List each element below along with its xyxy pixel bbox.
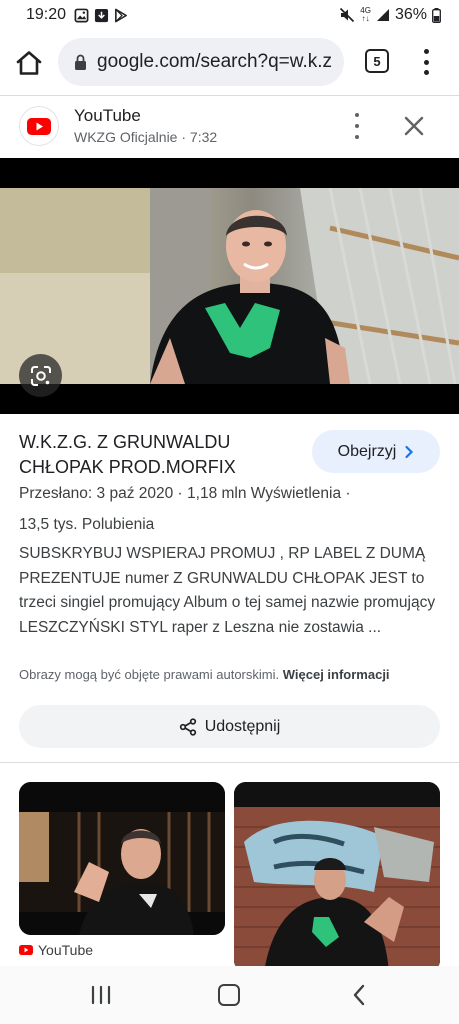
menu-dot — [423, 49, 429, 54]
status-time: 19:20 — [26, 6, 67, 23]
gallery-icon — [74, 8, 89, 22]
status-bar: 19:20 4G ↑↓ 36% — [0, 0, 459, 30]
close-icon[interactable] — [402, 114, 426, 138]
network-type: 4G ↑↓ — [360, 6, 371, 23]
google-lens-button[interactable] — [19, 354, 62, 397]
more-info-link[interactable]: Więcej informacji — [283, 667, 390, 682]
share-label: Udostępnij — [204, 717, 281, 735]
browser-menu-button[interactable] — [416, 49, 436, 75]
copyright-note: Obrazy mogą być objęte prawami autorskim… — [19, 667, 390, 682]
watch-label: Obejrzyj — [337, 442, 397, 460]
more-options-button[interactable] — [352, 113, 362, 139]
tab-switcher-button[interactable]: 5 — [365, 49, 389, 73]
thumbnail-art — [0, 188, 459, 384]
source-subtitle: WKZG Oficjalnie · 7:32 — [74, 129, 218, 145]
video-thumbnail — [0, 188, 459, 384]
video-preview[interactable] — [0, 158, 459, 414]
home-nav-icon[interactable] — [218, 984, 240, 1006]
youtube-icon — [19, 945, 33, 955]
youtube-icon — [27, 117, 51, 135]
more-dot — [355, 124, 359, 128]
home-icon[interactable] — [14, 48, 44, 78]
share-button[interactable]: Udostępnij — [19, 705, 440, 748]
related-source-name: YouTube — [38, 942, 94, 958]
lens-icon — [30, 365, 51, 386]
battery-percent: 36% — [394, 6, 427, 23]
address-bar[interactable]: google.com/search?q=w.k.z — [58, 38, 344, 86]
back-icon[interactable] — [348, 983, 372, 1007]
download-icon — [94, 8, 109, 22]
video-title[interactable]: W.K.Z.G. Z GRUNWALDU CHŁOPAK PROD.MORFIX — [19, 430, 299, 480]
menu-dot — [423, 59, 429, 65]
related-source: YouTube — [19, 942, 93, 958]
recent-apps-icon[interactable] — [90, 985, 112, 1005]
play-store-icon — [115, 8, 127, 22]
more-dot — [355, 113, 359, 117]
url-text: google.com/search?q=w.k.z — [97, 51, 332, 72]
signal-icon — [376, 9, 389, 21]
browser-toolbar: google.com/search?q=w.k.z 5 — [0, 36, 459, 88]
system-nav-bar — [0, 966, 459, 1024]
likes-meta: 13,5 tys. Polubienia — [19, 516, 155, 533]
section-divider — [0, 762, 459, 763]
mute-icon — [340, 7, 355, 23]
related-thumbnail-art — [19, 782, 225, 935]
chevron-right-icon — [405, 445, 414, 458]
more-dot — [355, 135, 359, 139]
related-thumbnail-art — [234, 782, 440, 972]
upload-meta: Przesłano: 3 paź 2020 · 1,18 mln Wyświet… — [19, 485, 351, 502]
toolbar-divider — [0, 95, 459, 96]
share-icon — [179, 717, 196, 736]
source-title: YouTube — [74, 106, 141, 125]
youtube-logo — [19, 106, 59, 146]
menu-dot — [423, 70, 429, 75]
lock-icon — [75, 54, 86, 70]
video-description: SUBSKRYBUJ WSPIERAJ PROMUJ , RP LABEL Z … — [19, 545, 436, 636]
related-image-1[interactable] — [19, 782, 225, 935]
related-image-2[interactable] — [234, 782, 440, 972]
watch-button[interactable]: Obejrzyj — [312, 430, 440, 473]
battery-icon — [432, 7, 441, 23]
